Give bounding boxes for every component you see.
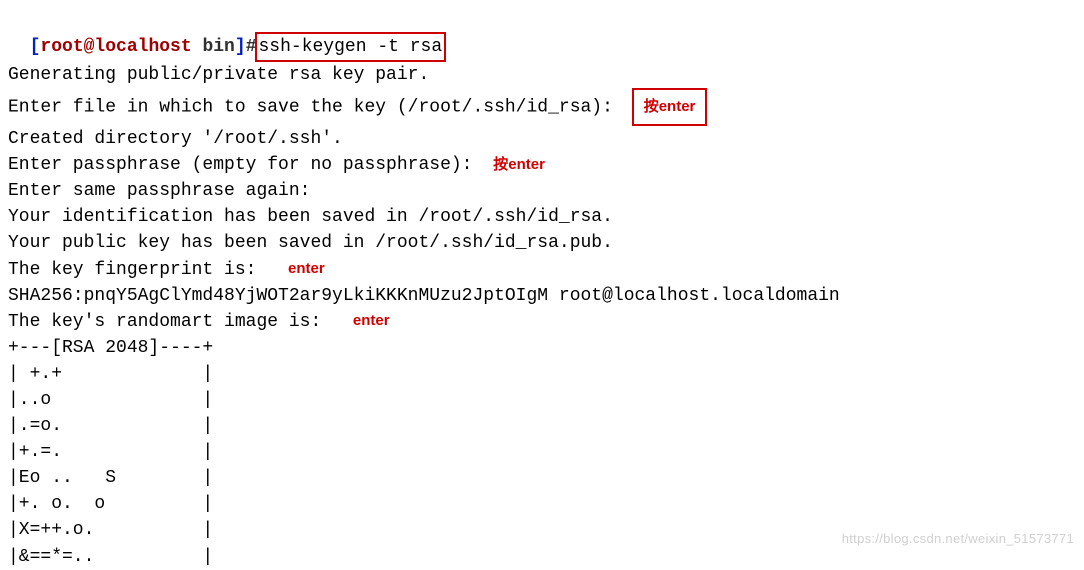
out-generating: Generating public/private rsa key pair.: [8, 65, 429, 85]
prompt-path: bin: [192, 37, 235, 57]
out-randomart-label: The key's randomart image is:: [8, 312, 343, 332]
annotation-enter: enter: [288, 258, 325, 280]
output-line: The key fingerprint is: enter: [8, 257, 1076, 283]
randomart-row: |X=++.o. |: [8, 520, 213, 540]
prompt-close-bracket: ]: [235, 37, 246, 57]
output-line: Your identification has been saved in /r…: [8, 204, 1076, 230]
randomart-row: |Eo .. S |: [8, 468, 213, 488]
annotation-enter: enter: [353, 310, 390, 332]
randomart-line: |Eo .. S |: [8, 465, 1076, 491]
randomart-line: |..o |: [8, 387, 1076, 413]
out-enter-file: Enter file in which to save the key (/ro…: [8, 98, 624, 118]
command-text[interactable]: ssh-keygen -t rsa: [259, 37, 443, 57]
output-line: Created directory '/root/.ssh'.: [8, 126, 1076, 152]
prompt-user-host: root@localhost: [40, 37, 191, 57]
randomart-line: +---[RSA 2048]----+: [8, 335, 1076, 361]
randomart-row: |..o |: [8, 390, 213, 410]
out-sha256: SHA256:pnqY5AgClYmd48YjWOT2ar9yLkiKKKnMU…: [8, 286, 840, 306]
output-line: Enter passphrase (empty for no passphras…: [8, 152, 1076, 178]
annotation-press-enter: 按enter: [632, 88, 708, 126]
out-passphrase-again: Enter same passphrase again:: [8, 181, 310, 201]
output-line: Your public key has been saved in /root/…: [8, 230, 1076, 256]
out-id-saved: Your identification has been saved in /r…: [8, 207, 613, 227]
watermark-text: https://blog.csdn.net/weixin_51573771: [842, 530, 1074, 549]
ssh-keygen-command-highlight: ssh-keygen -t rsa: [255, 32, 447, 62]
out-pub-saved: Your public key has been saved in /root/…: [8, 233, 613, 253]
randomart-line: |+.=. |: [8, 439, 1076, 465]
output-line: Enter file in which to save the key (/ro…: [8, 88, 1076, 126]
output-line: Generating public/private rsa key pair.: [8, 62, 1076, 88]
randomart-row: | +.+ |: [8, 364, 213, 384]
randomart-line: |.=o. |: [8, 413, 1076, 439]
output-line: SHA256:pnqY5AgClYmd48YjWOT2ar9yLkiKKKnMU…: [8, 283, 1076, 309]
randomart-row: |+. o. o |: [8, 494, 213, 514]
out-passphrase: Enter passphrase (empty for no passphras…: [8, 155, 483, 175]
out-created-dir: Created directory '/root/.ssh'.: [8, 129, 343, 149]
prompt-line: [root@localhost bin]#ssh-keygen -t rsa: [8, 6, 1076, 62]
output-line: Enter same passphrase again:: [8, 178, 1076, 204]
randomart-line: |+. o. o |: [8, 491, 1076, 517]
annotation-press-enter: 按enter: [493, 154, 545, 176]
prompt-open-bracket: [: [30, 37, 41, 57]
out-fingerprint-label: The key fingerprint is:: [8, 260, 278, 280]
randomart-row: |+.=. |: [8, 442, 213, 462]
randomart-row: |&==*=.. |: [8, 547, 213, 567]
randomart-top: +---[RSA 2048]----+: [8, 338, 213, 358]
randomart-row: |.=o. |: [8, 416, 213, 436]
output-line: The key's randomart image is: enter: [8, 309, 1076, 335]
randomart-line: | +.+ |: [8, 361, 1076, 387]
